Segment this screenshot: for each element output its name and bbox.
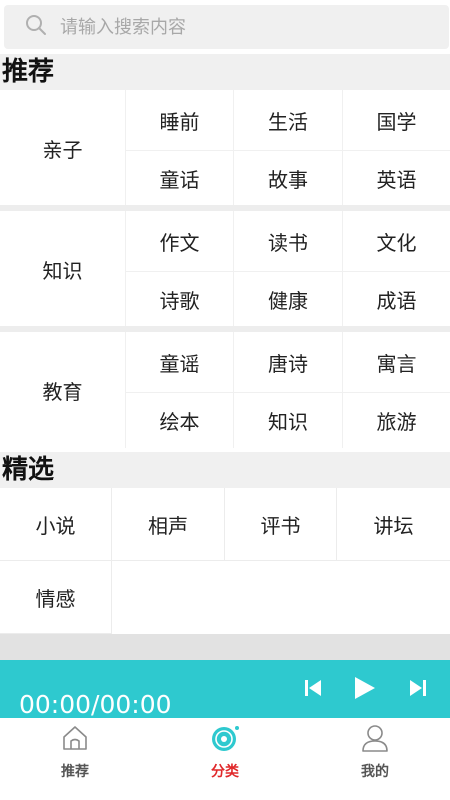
featured-item[interactable]: 评书 [225,488,337,561]
skip-back-icon [303,678,323,702]
audio-player-bar: 00:00/00:00 [0,660,450,719]
search-icon [24,13,48,41]
tab-recommend[interactable]: 推荐 [0,718,150,800]
category-item[interactable]: 唐诗 [233,332,342,393]
tab-mine[interactable]: 我的 [300,718,450,800]
play-icon [351,675,377,705]
category-item[interactable]: 文化 [342,211,450,272]
category-item[interactable]: 绘本 [125,393,233,448]
empty-cell [112,561,225,634]
category-item[interactable]: 知识 [233,393,342,448]
skip-forward-icon [408,678,428,702]
search-bar [0,0,450,52]
category-item[interactable]: 诗歌 [125,272,233,327]
empty-cell [225,561,337,634]
tab-label: 推荐 [61,764,89,780]
category-item[interactable]: 作文 [125,211,233,272]
featured-item[interactable]: 小说 [0,488,112,561]
play-button[interactable] [346,672,382,708]
bottom-tab-bar: 推荐 分类 我的 [0,718,450,800]
category-group-education: 教育 童谣 唐诗 寓言 绘本 知识 旅游 [0,332,450,448]
group-label[interactable]: 知识 [0,211,125,327]
category-item[interactable]: 旅游 [342,393,450,448]
previous-track-button[interactable] [295,672,331,708]
search-box[interactable] [4,5,449,49]
category-item[interactable]: 英语 [342,151,450,206]
tab-label: 我的 [361,764,389,780]
category-group-parenting: 亲子 睡前 生活 国学 童话 故事 英语 [0,90,450,206]
group-label[interactable]: 亲子 [0,90,125,206]
search-input[interactable] [60,16,400,38]
section-title-recommend: 推荐 [0,54,450,90]
content-bottom-spacer [0,634,450,660]
category-item[interactable]: 睡前 [125,90,233,151]
category-item[interactable]: 故事 [233,151,342,206]
home-icon [60,723,90,753]
category-item[interactable]: 寓言 [342,332,450,393]
tab-category[interactable]: 分类 [150,718,300,800]
featured-item[interactable]: 情感 [0,561,112,634]
category-item[interactable]: 健康 [233,272,342,327]
user-icon [360,723,390,753]
section-title-featured: 精选 [0,452,450,488]
tab-label: 分类 [211,764,239,780]
next-track-button[interactable] [400,672,436,708]
featured-grid: 小说 相声 评书 讲坛 情感 [0,488,450,634]
category-item[interactable]: 国学 [342,90,450,151]
empty-cell [337,561,450,634]
category-item[interactable]: 生活 [233,90,342,151]
category-item[interactable]: 成语 [342,272,450,327]
featured-item[interactable]: 相声 [112,488,225,561]
category-item[interactable]: 读书 [233,211,342,272]
featured-item[interactable]: 讲坛 [337,488,450,561]
disc-icon [210,723,240,753]
category-item[interactable]: 童话 [125,151,233,206]
category-item[interactable]: 童谣 [125,332,233,393]
category-group-knowledge: 知识 作文 读书 文化 诗歌 健康 成语 [0,211,450,327]
group-label[interactable]: 教育 [0,332,125,448]
player-time: 00:00/00:00 [19,690,172,719]
